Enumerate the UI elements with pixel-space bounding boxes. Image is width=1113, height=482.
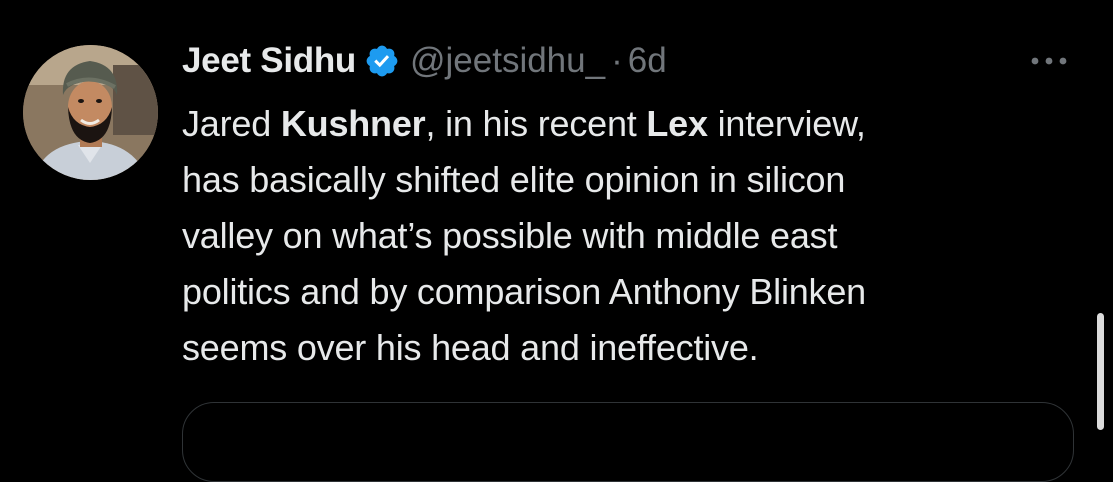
quoted-tweet-card[interactable] bbox=[182, 402, 1074, 482]
tweet-text: Jared Kushner, in his recent Lex intervi… bbox=[182, 96, 1082, 376]
more-horizontal-icon bbox=[1031, 57, 1067, 65]
user-handle[interactable]: @jeetsidhu_ bbox=[410, 41, 605, 81]
tweet-header: Jeet Sidhu @jeetsidhu_ · 6d bbox=[182, 36, 667, 86]
avatar[interactable] bbox=[23, 45, 158, 180]
separator-dot: · bbox=[611, 41, 623, 80]
tweet[interactable]: Jeet Sidhu @jeetsidhu_ · 6d Jared Kushne… bbox=[0, 0, 1113, 482]
bold-text: Lex bbox=[646, 103, 708, 144]
display-name[interactable]: Jeet Sidhu bbox=[182, 41, 356, 81]
tweet-text-line: Jared Kushner, in his recent Lex intervi… bbox=[182, 103, 866, 144]
timestamp[interactable]: 6d bbox=[628, 41, 667, 81]
tweet-text-line: has basically shifted elite opinion in s… bbox=[182, 159, 846, 200]
bold-text: Kushner bbox=[280, 103, 426, 144]
tweet-text-line: seems over his head and ineffective. bbox=[182, 327, 759, 368]
verified-badge-icon[interactable] bbox=[364, 43, 400, 79]
tweet-text-line: valley on what’s possible with middle ea… bbox=[182, 215, 838, 256]
tweet-text-line: politics and by comparison Anthony Blink… bbox=[182, 271, 867, 312]
more-options-button[interactable] bbox=[1020, 46, 1080, 76]
scrollbar-thumb[interactable] bbox=[1097, 313, 1104, 430]
